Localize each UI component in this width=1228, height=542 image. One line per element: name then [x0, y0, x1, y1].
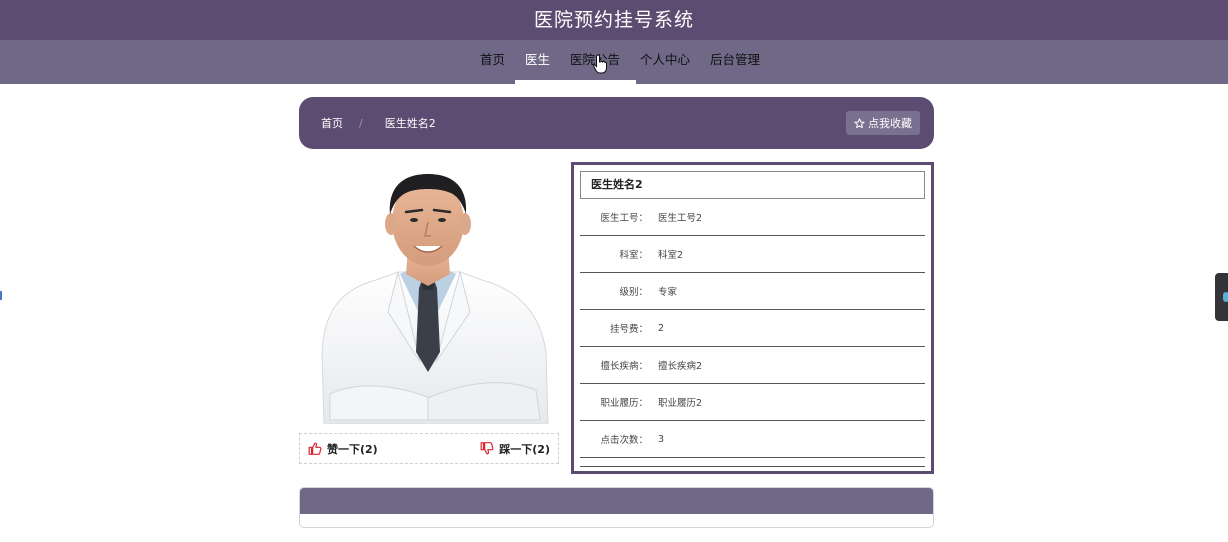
- info-label: 职业履历：: [600, 398, 648, 409]
- info-row-department: 科室： 科室2: [580, 236, 925, 273]
- vote-bar: 赞一下(2) 踩一下(2): [299, 433, 559, 464]
- nav-item-home[interactable]: 首页: [470, 40, 515, 84]
- info-value: 3: [658, 433, 665, 445]
- edge-marker: [0, 291, 2, 300]
- breadcrumb-home[interactable]: 首页: [321, 115, 343, 131]
- info-value: 科室2: [658, 250, 684, 261]
- details-panel: [299, 487, 934, 528]
- info-row-staff-id: 医生工号： 医生工号2: [580, 199, 925, 236]
- info-label: 级别：: [619, 287, 648, 298]
- site-title: 医院预约挂号系统: [533, 8, 694, 31]
- info-row-career: 职业履历： 职业履历2: [580, 384, 925, 421]
- like-button[interactable]: 赞一下(2): [308, 441, 378, 457]
- info-row-clicks: 点击次数： 3: [580, 421, 925, 458]
- breadcrumb: 首页 / 医生姓名2 点我收藏: [299, 97, 934, 149]
- nav-item-doctors[interactable]: 医生: [514, 40, 560, 84]
- info-value: 专家: [658, 287, 678, 298]
- hand-pointer-cursor-icon: [593, 54, 607, 74]
- info-value: 擅长疾病2: [658, 361, 703, 372]
- favorite-button[interactable]: 点我收藏: [846, 111, 920, 135]
- thumbs-down-icon: [480, 442, 494, 455]
- info-value: 职业履历2: [658, 398, 703, 409]
- info-row-specialty: 擅长疾病： 擅长疾病2: [580, 347, 925, 384]
- like-count: 赞一下(2): [327, 442, 378, 456]
- info-value: 医生工号2: [658, 213, 703, 224]
- info-row-level: 级别： 专家: [580, 273, 925, 310]
- doctor-info-panel: 医生姓名2 医生工号： 医生工号2 科室： 科室2 级别： 专家 挂号费： 2 …: [571, 162, 934, 474]
- site-header: 医院预约挂号系统: [0, 0, 1228, 40]
- main-nav: 首页 医生 医院公告 个人中心 后台管理: [0, 40, 1228, 84]
- info-divider: [580, 458, 925, 467]
- dislike-button[interactable]: 踩一下(2): [480, 441, 550, 457]
- info-label: 医生工号：: [600, 213, 648, 224]
- thumbs-up-icon: [308, 442, 322, 455]
- breadcrumb-current: 医生姓名2: [384, 117, 436, 130]
- doctor-portrait-image: [321, 174, 549, 425]
- info-label: 擅长疾病：: [600, 361, 648, 372]
- nav-item-admin[interactable]: 后台管理: [700, 40, 770, 84]
- details-panel-header: [300, 488, 933, 514]
- page: 医院预约挂号系统 首页 医生 医院公告 个人中心 后台管理 首页 / 医生姓名2…: [0, 0, 1228, 542]
- breadcrumb-separator: /: [359, 116, 363, 130]
- doctor-name: 医生姓名2: [580, 171, 925, 199]
- side-drawer-tab[interactable]: [1215, 273, 1228, 321]
- favorite-button-label: 点我收藏: [868, 117, 912, 130]
- info-label: 挂号费：: [609, 324, 648, 335]
- dislike-count: 踩一下(2): [499, 442, 550, 456]
- doctor-photo: [300, 162, 558, 425]
- star-outline-icon: [854, 117, 865, 128]
- info-label: 点击次数：: [600, 435, 648, 446]
- info-row-fee: 挂号费： 2: [580, 310, 925, 347]
- nav-list: 首页 医生 医院公告 个人中心 后台管理: [470, 40, 770, 84]
- info-value: 2: [658, 322, 665, 334]
- info-label: 科室：: [619, 250, 648, 261]
- nav-item-user-center[interactable]: 个人中心: [630, 40, 700, 84]
- chevron-left-icon: [1223, 292, 1228, 302]
